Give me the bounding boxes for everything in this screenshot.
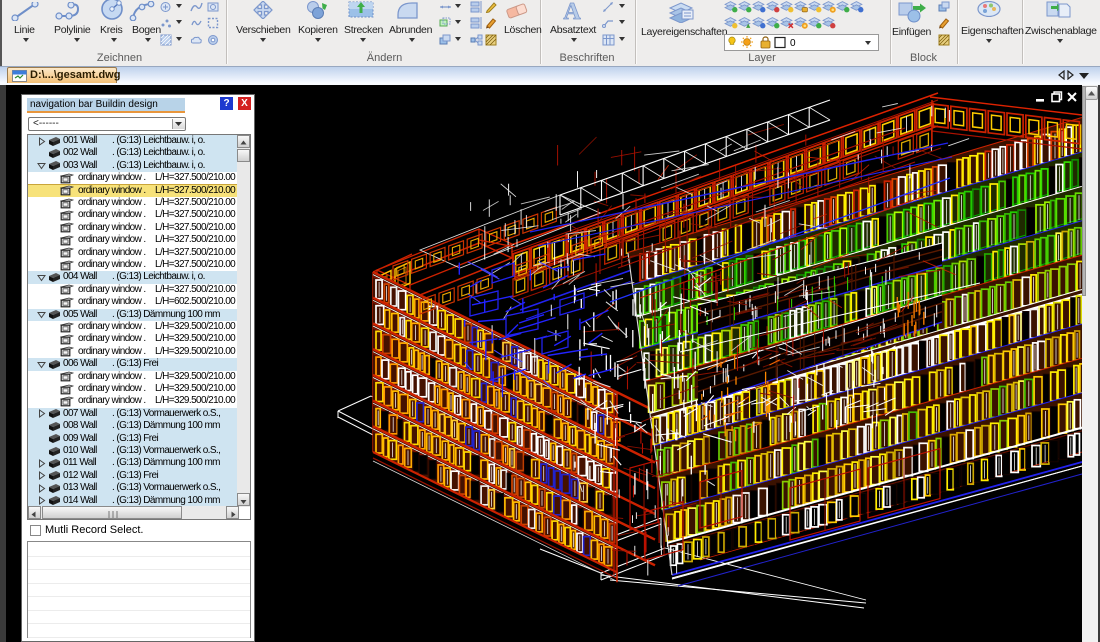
svg-text:0: 0 [790, 38, 796, 49]
svg-text:A: A [563, 0, 581, 22]
